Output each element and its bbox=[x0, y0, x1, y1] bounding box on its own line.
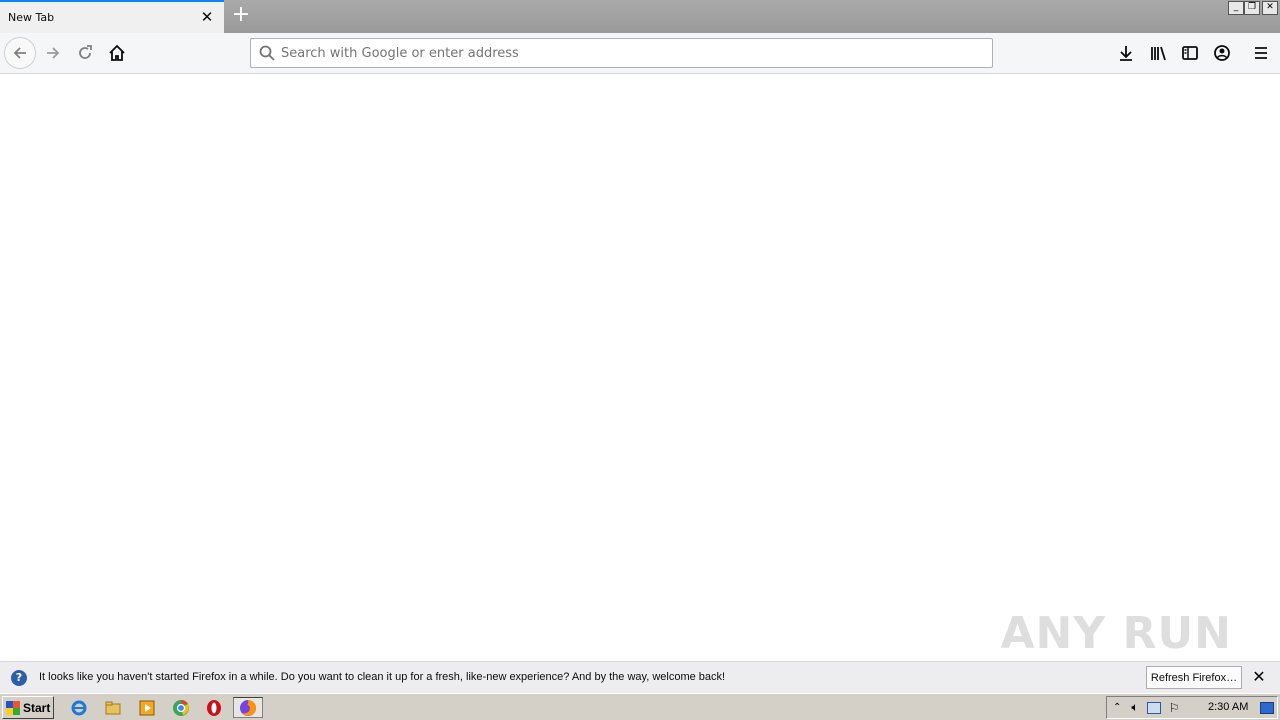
notification-message: It looks like you haven't started Firefo… bbox=[39, 671, 726, 683]
info-question-icon: ? bbox=[11, 670, 27, 686]
nav-toolbar bbox=[0, 33, 1280, 74]
back-button[interactable] bbox=[4, 37, 36, 69]
home-icon bbox=[109, 44, 125, 61]
page-content: ANY RUN bbox=[0, 74, 1280, 661]
chrome-icon[interactable] bbox=[170, 697, 192, 718]
tab-title: New Tab bbox=[8, 11, 55, 24]
notification-close-icon[interactable]: ✕ bbox=[1250, 668, 1268, 686]
new-tab-plus-icon[interactable]: + bbox=[229, 4, 253, 28]
forward-arrow-icon bbox=[47, 47, 60, 59]
show-desktop-icon[interactable] bbox=[1260, 701, 1274, 714]
window-minimize-button[interactable]: _ bbox=[1228, 1, 1244, 15]
taskbar-clock[interactable]: 2:30 AM bbox=[1208, 701, 1248, 713]
volume-icon[interactable]: 🔈︎ bbox=[1131, 700, 1138, 715]
refresh-firefox-button[interactable]: Refresh Firefox… bbox=[1146, 666, 1242, 689]
reload-button[interactable] bbox=[69, 37, 101, 69]
internet-explorer-icon[interactable] bbox=[68, 697, 90, 718]
tab-close-icon[interactable]: ✕ bbox=[198, 8, 216, 26]
search-icon bbox=[259, 45, 275, 61]
reload-icon bbox=[79, 45, 92, 59]
url-input[interactable] bbox=[281, 45, 961, 61]
notification-bar: ? It looks like you haven't started Fire… bbox=[0, 661, 1280, 693]
network-icon[interactable] bbox=[1146, 701, 1161, 714]
window-close-button[interactable]: ✕ bbox=[1262, 1, 1278, 15]
anyrun-watermark: ANY RUN bbox=[1000, 608, 1232, 659]
taskbar: Start ⌃ 🔈︎ ⚐ 2:30 AM bbox=[0, 693, 1280, 720]
start-button[interactable]: Start bbox=[2, 696, 54, 719]
download-icon bbox=[1120, 46, 1132, 61]
sidebar-button[interactable] bbox=[1174, 37, 1206, 69]
tab-new-tab[interactable]: New Tab ✕ bbox=[0, 0, 224, 33]
account-button[interactable] bbox=[1206, 37, 1238, 69]
account-icon bbox=[1214, 45, 1230, 61]
windows-flag-icon bbox=[6, 700, 20, 715]
menu-button[interactable] bbox=[1245, 37, 1277, 69]
title-bar: New Tab ✕ + _ ❐ ✕ bbox=[0, 0, 1280, 33]
system-tray: ⌃ 🔈︎ ⚐ bbox=[1106, 696, 1278, 719]
start-label: Start bbox=[23, 700, 51, 715]
home-button[interactable] bbox=[101, 37, 133, 69]
sidebar-icon bbox=[1182, 46, 1198, 60]
url-bar[interactable] bbox=[250, 38, 993, 68]
back-arrow-icon bbox=[13, 47, 26, 59]
firefox-taskbar-icon[interactable] bbox=[233, 697, 263, 718]
opera-icon[interactable] bbox=[203, 697, 225, 718]
forward-button[interactable] bbox=[37, 37, 69, 69]
file-explorer-icon[interactable] bbox=[102, 697, 124, 718]
downloads-button[interactable] bbox=[1110, 37, 1142, 69]
action-center-flag-icon[interactable]: ⚐ bbox=[1169, 701, 1180, 715]
library-icon bbox=[1151, 46, 1166, 61]
library-button[interactable] bbox=[1142, 37, 1174, 69]
media-player-icon[interactable] bbox=[136, 697, 158, 718]
hamburger-menu-icon bbox=[1255, 47, 1267, 59]
show-hidden-icons-icon[interactable]: ⌃ bbox=[1113, 702, 1121, 713]
window-restore-button[interactable]: ❐ bbox=[1244, 1, 1260, 15]
